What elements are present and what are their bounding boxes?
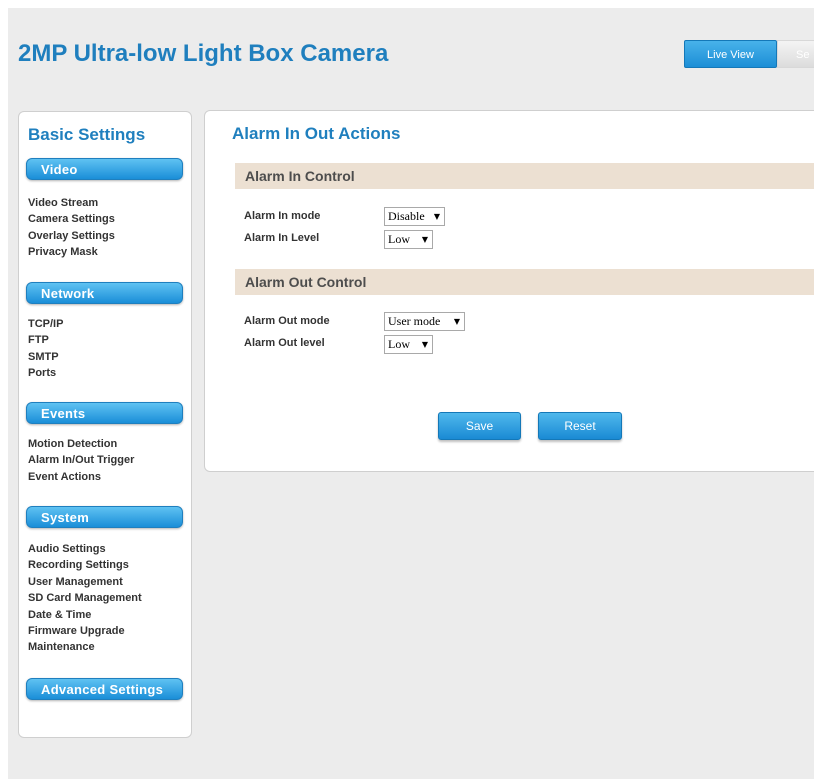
sidebar-item-date-time[interactable]: Date & Time [28,607,142,623]
chevron-down-icon: ▼ [421,235,428,244]
sidebar-item-recording-settings[interactable]: Recording Settings [28,557,142,573]
app-title: 2MP Ultra-low Light Box Camera [18,40,389,67]
sidebar-item-tcpip[interactable]: TCP/IP [28,316,63,332]
page-title: Alarm In Out Actions [232,124,401,143]
alarm-out-mode-select[interactable]: User mode ▼ [384,312,465,331]
alarm-in-mode-select[interactable]: Disable ▼ [384,207,445,226]
sidebar-video-list: Video Stream Camera Settings Overlay Set… [28,195,115,261]
sidebar-item-overlay-settings[interactable]: Overlay Settings [28,228,115,244]
sidebar-system-list: Audio Settings Recording Settings User M… [28,541,142,656]
alarm-in-control-header: Alarm In Control [235,163,814,189]
sidebar-title: Basic Settings [28,125,146,144]
sidebar: Basic Settings Video Video Stream Camera… [18,111,192,738]
top-nav: Live View Se [684,40,814,68]
alarm-out-control-header: Alarm Out Control [235,269,814,295]
sidebar-item-ftp[interactable]: FTP [28,332,63,348]
sidebar-network-list: TCP/IP FTP SMTP Ports [28,316,63,382]
chevron-down-icon: ▼ [433,212,440,221]
sidebar-item-ports[interactable]: Ports [28,365,63,381]
sidebar-item-firmware-upgrade[interactable]: Firmware Upgrade [28,623,142,639]
sidebar-item-privacy-mask[interactable]: Privacy Mask [28,244,115,260]
sidebar-item-camera-settings[interactable]: Camera Settings [28,211,115,227]
sidebar-section-system[interactable]: System [26,506,183,528]
alarm-in-level-select[interactable]: Low ▼ [384,230,433,249]
chevron-down-icon: ▼ [453,317,460,326]
sidebar-item-motion-detection[interactable]: Motion Detection [28,436,134,452]
sidebar-item-smtp[interactable]: SMTP [28,349,63,365]
advanced-settings-button[interactable]: Advanced Settings [26,678,183,700]
sidebar-section-network[interactable]: Network [26,282,183,304]
sidebar-item-alarm-trigger[interactable]: Alarm In/Out Trigger [28,452,134,468]
main-panel: Alarm In Out Actions Alarm In Control Al… [204,110,814,472]
alarm-out-mode-value: User mode [388,314,441,328]
alarm-in-mode-label: Alarm In mode [244,210,321,222]
save-button[interactable]: Save [438,412,521,440]
alarm-out-level-label: Alarm Out level [244,337,325,349]
sidebar-item-video-stream[interactable]: Video Stream [28,195,115,211]
chevron-down-icon: ▼ [421,340,428,349]
alarm-out-level-value: Low [388,337,410,351]
sidebar-item-event-actions[interactable]: Event Actions [28,469,134,485]
alarm-in-mode-value: Disable [388,209,425,223]
sidebar-item-audio-settings[interactable]: Audio Settings [28,541,142,557]
alarm-out-level-select[interactable]: Low ▼ [384,335,433,354]
alarm-out-mode-label: Alarm Out mode [244,315,330,327]
tab-setup[interactable]: Se [777,40,814,68]
tab-live-view[interactable]: Live View [684,40,777,68]
sidebar-section-video[interactable]: Video [26,158,183,180]
sidebar-item-maintenance[interactable]: Maintenance [28,639,142,655]
alarm-in-level-label: Alarm In Level [244,232,320,244]
sidebar-item-sd-card-management[interactable]: SD Card Management [28,590,142,606]
alarm-in-level-value: Low [388,232,410,246]
sidebar-item-user-management[interactable]: User Management [28,574,142,590]
sidebar-events-list: Motion Detection Alarm In/Out Trigger Ev… [28,436,134,485]
reset-button[interactable]: Reset [538,412,622,440]
sidebar-section-events[interactable]: Events [26,402,183,424]
